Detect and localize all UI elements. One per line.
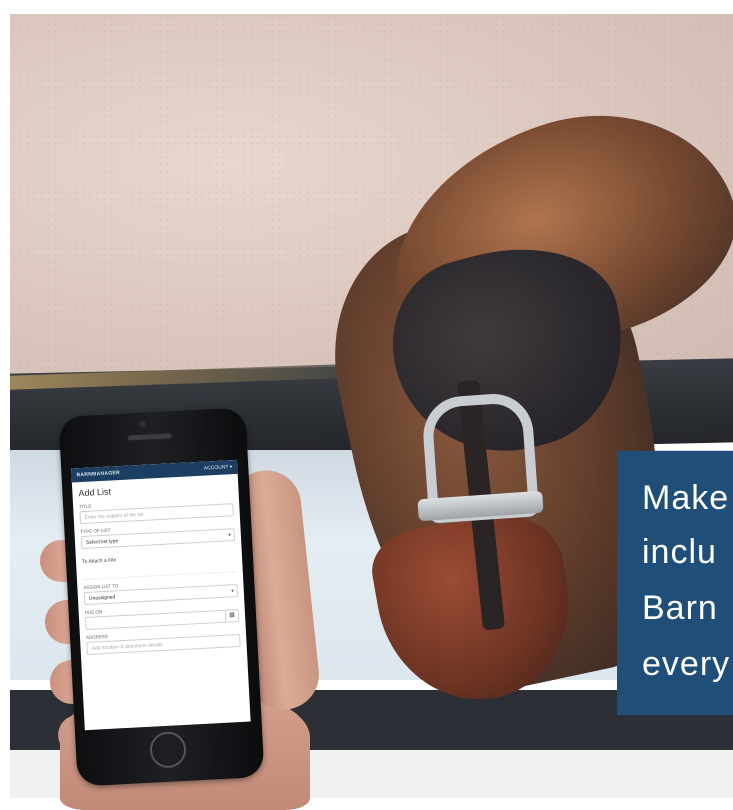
callout-line-3: Barn [642,589,718,627]
chevron-down-icon: ▾ [231,588,234,595]
add-list-form: Add List TITLE Enter the subject of the … [72,474,247,659]
smartphone: BARNMANAGER ACCOUNT ▾ Add List TITLE Ent… [58,407,265,787]
account-menu[interactable]: ACCOUNT ▾ [204,464,233,471]
list-type-value: Select list type [85,538,119,546]
callout-box: Make inclu Barn every [617,451,733,715]
form-title: Add List [78,486,112,499]
earpiece-speaker [127,433,172,441]
attach-file-link[interactable]: To Attach a File [82,551,236,565]
calendar-icon[interactable]: ▦ [224,610,239,622]
front-camera [138,420,147,428]
phone-screen: BARNMANAGER ACCOUNT ▾ Add List TITLE Ent… [71,459,251,731]
chevron-down-icon: ▾ [228,532,232,539]
home-button [149,730,187,769]
callout-line-2: inclu [642,533,717,571]
callout-line-1: Make [642,479,730,517]
callout-line-4: every [642,645,731,683]
app-logo: BARNMANAGER [76,470,121,479]
assign-value: Unassigned [88,594,116,602]
hero-photo: BARNMANAGER ACCOUNT ▾ Add List TITLE Ent… [0,0,733,810]
